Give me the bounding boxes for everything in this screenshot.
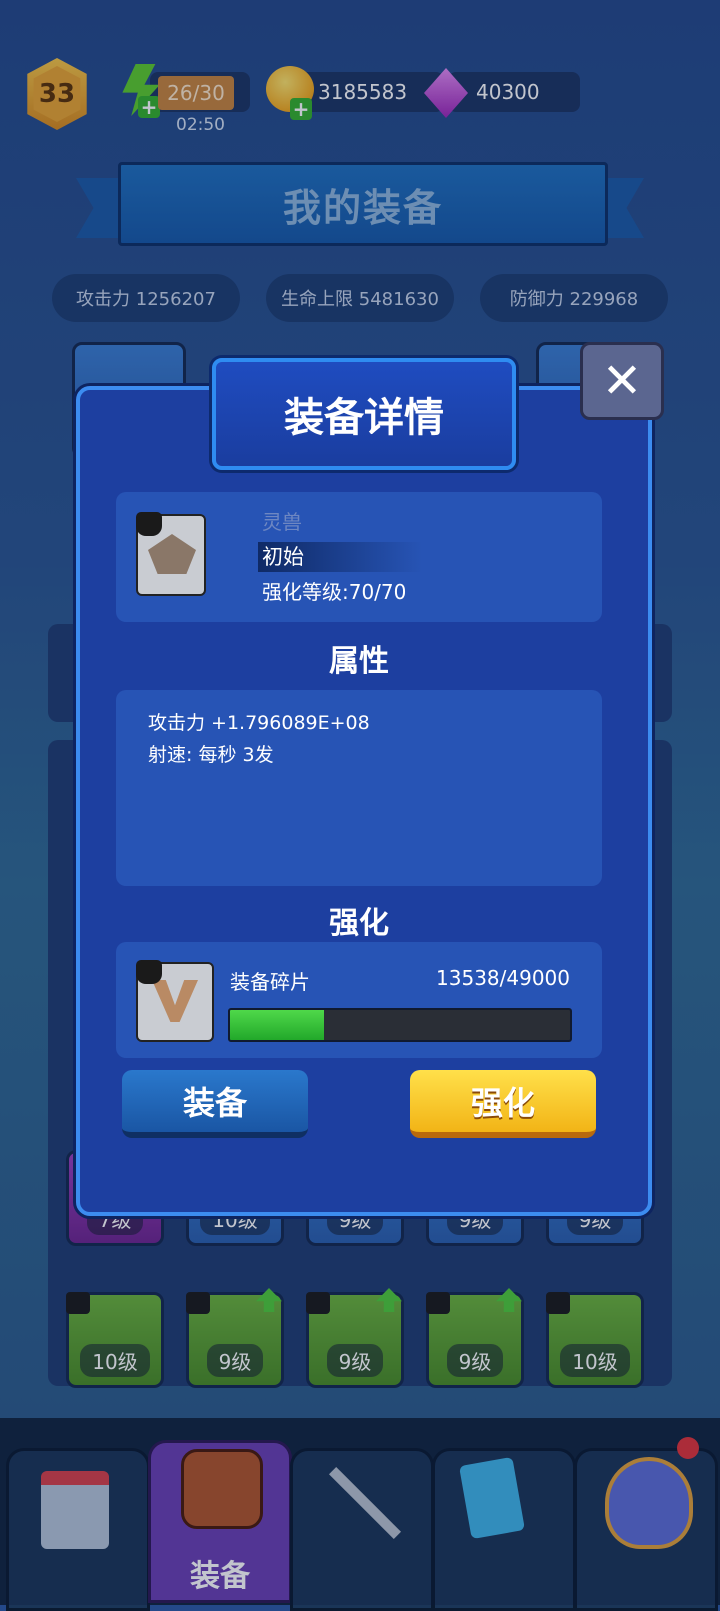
shard-progress-fill xyxy=(230,1010,324,1040)
shard-progress-text: 13538/49000 xyxy=(436,966,570,990)
close-button[interactable]: ✕ xyxy=(580,342,664,420)
attribute-attack: 攻击力 +1.796089E+08 xyxy=(148,712,370,734)
shard-progress-bar xyxy=(228,1008,572,1042)
item-quality: 初始 xyxy=(258,542,422,572)
equip-button[interactable]: 装备 xyxy=(122,1070,308,1138)
item-enhance-level: 强化等级:70/70 xyxy=(262,580,407,604)
close-icon: ✕ xyxy=(601,353,643,409)
shard-card: 装备碎片 13538/49000 xyxy=(116,942,602,1058)
item-card: 灵兽 初始 强化等级:70/70 xyxy=(116,492,602,622)
attribute-fire-rate: 射速: 每秒 3发 xyxy=(148,744,274,766)
pet-type-icon xyxy=(136,960,162,984)
item-name: 灵兽 xyxy=(262,510,302,534)
shard-emblem-icon xyxy=(152,980,198,1022)
modal-title: 装备详情 xyxy=(212,358,516,470)
enhance-heading: 强化 xyxy=(329,906,389,941)
shard-name: 装备碎片 xyxy=(230,970,310,994)
attributes-heading: 属性 xyxy=(329,644,389,679)
pet-emblem-icon xyxy=(148,534,196,574)
attributes-card: 攻击力 +1.796089E+08 射速: 每秒 3发 xyxy=(116,690,602,886)
pet-type-icon xyxy=(136,512,162,536)
enhance-button[interactable]: 强化 xyxy=(410,1070,596,1138)
